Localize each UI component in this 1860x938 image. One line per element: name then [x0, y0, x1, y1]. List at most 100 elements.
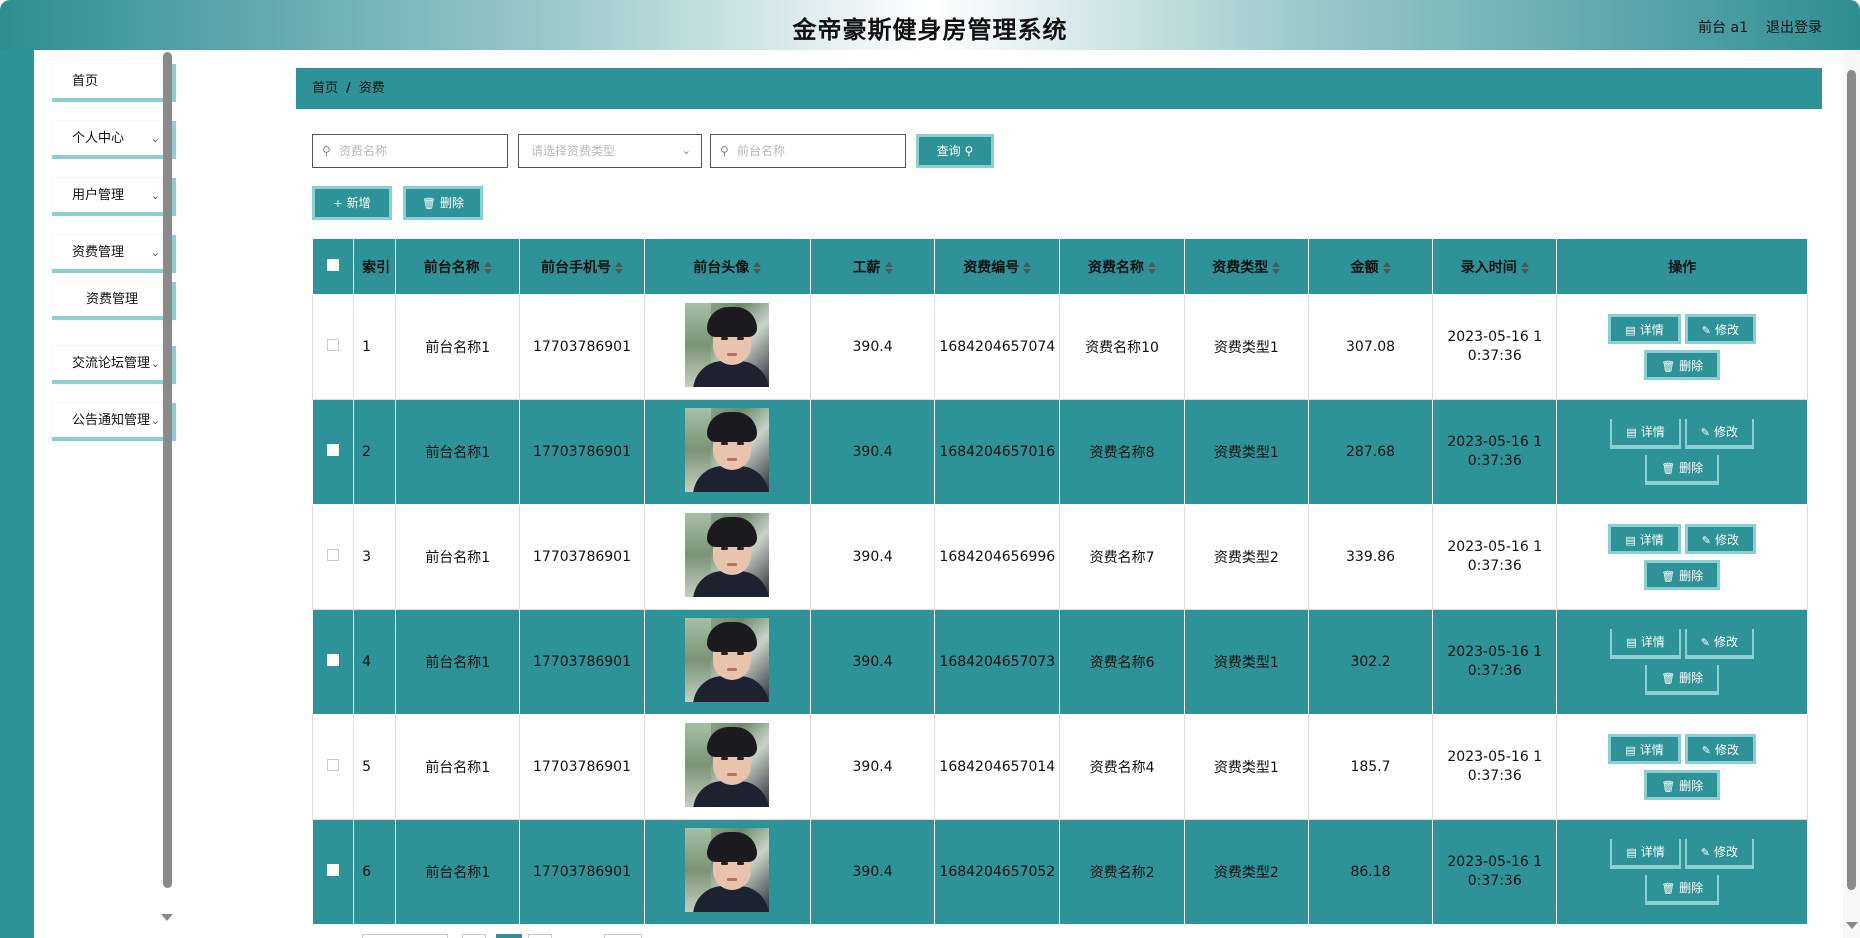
table-row: 1 前台名称1 17703786901 390.4 1684204657074 资费名称1…	[311, 294, 1808, 400]
delete-button[interactable]: 🗑 删除	[1645, 455, 1720, 485]
cell-phone: 17703786901	[519, 399, 645, 505]
document-icon: ▤	[1626, 846, 1637, 859]
row-checkbox[interactable]	[327, 864, 340, 876]
column-header-salary[interactable]: 工薪	[809, 238, 936, 295]
edit-button[interactable]: ✎ 修改	[1684, 629, 1755, 659]
column-header-amount[interactable]: 金额	[1307, 238, 1434, 295]
breadcrumb-separator: /	[346, 81, 351, 96]
cell-name: 前台名称1	[395, 714, 521, 820]
scroll-down-arrow-icon[interactable]	[161, 914, 173, 921]
sort-icon[interactable]	[1023, 261, 1032, 274]
sidebar-item-users[interactable]: 用户管理 ⌄	[52, 178, 176, 216]
select-all-checkbox[interactable]	[327, 258, 340, 271]
pager-jump-input[interactable]	[604, 934, 642, 938]
row-checkbox[interactable]	[327, 759, 340, 771]
sidebar-scrollbar-thumb[interactable]	[163, 52, 172, 888]
detail-button[interactable]: ▤ 详情	[1610, 629, 1681, 659]
cell-time: 2023-05-16 10:37:36	[1432, 294, 1558, 400]
cell-time: 2023-05-16 10:37:36	[1432, 819, 1558, 925]
sidebar-subitem-fee-management[interactable]: 资费管理	[52, 282, 176, 320]
plus-icon: +	[333, 197, 343, 210]
pager-size-select[interactable]	[362, 934, 448, 938]
cell-fee-type: 资费类型1	[1183, 609, 1309, 715]
cell-salary: 390.4	[809, 714, 936, 820]
edit-button-label: 修改	[1714, 635, 1739, 649]
sort-icon[interactable]	[753, 261, 762, 274]
table-header-row: 索引 前台名称 前台手机号 前台头像 工薪 资费编号 资费名称 资费类型 金额 …	[311, 238, 1808, 295]
detail-button[interactable]: ▤ 详情	[1608, 734, 1681, 764]
page-scrollbar-thumb[interactable]	[1847, 70, 1856, 890]
cell-phone: 17703786901	[519, 504, 645, 610]
delete-button-label: 删除	[1679, 569, 1704, 583]
column-header-phone[interactable]: 前台手机号	[519, 238, 645, 295]
fee-name-search-input[interactable]: ⚲ 资费名称	[312, 134, 508, 168]
sidebar-scrollbar[interactable]	[160, 50, 174, 938]
sort-icon[interactable]	[615, 261, 623, 274]
detail-button[interactable]: ▤ 详情	[1610, 839, 1681, 869]
fee-type-select[interactable]: 请选择资费类型 ⌄	[518, 134, 702, 168]
cell-fee-name: 资费名称6	[1059, 609, 1185, 715]
sort-icon[interactable]	[483, 261, 492, 274]
column-header-label: 前台手机号	[541, 259, 611, 276]
sidebar-item-home[interactable]: 首页	[52, 64, 176, 102]
sidebar-item-notices[interactable]: 公告通知管理 ⌄	[52, 403, 176, 441]
sidebar-item-fees[interactable]: 资费管理 ⌄	[52, 235, 176, 273]
detail-button[interactable]: ▤ 详情	[1608, 524, 1681, 554]
row-checkbox[interactable]	[327, 339, 340, 351]
sort-icon[interactable]	[1272, 261, 1281, 274]
column-header-name[interactable]: 前台名称	[395, 238, 521, 295]
edit-button[interactable]: ✎ 修改	[1684, 839, 1755, 869]
pager-current-page[interactable]	[496, 934, 522, 938]
row-checkbox[interactable]	[327, 444, 340, 456]
search-icon: ⚲	[322, 144, 331, 158]
cell-index: 5	[353, 714, 397, 820]
page-scrollbar[interactable]	[1843, 50, 1860, 938]
breadcrumb-current: 资费	[358, 81, 385, 96]
edit-button-label: 修改	[1715, 533, 1740, 547]
cell-amount: 307.08	[1307, 294, 1434, 400]
cell-index: 3	[353, 504, 397, 610]
sidebar-item-label: 首页	[72, 74, 99, 89]
logout-link[interactable]: 退出登录	[1766, 17, 1822, 37]
edit-button[interactable]: ✎ 修改	[1684, 524, 1757, 554]
delete-button[interactable]: 🗑 删除	[1645, 875, 1720, 905]
add-button[interactable]: + 新增	[312, 186, 392, 220]
delete-button[interactable]: 🗑 删除	[1644, 560, 1721, 590]
pager-next-button[interactable]	[528, 934, 552, 938]
row-select-cell	[311, 609, 355, 715]
sidebar-item-profile[interactable]: 个人中心 ⌄	[52, 121, 176, 159]
column-header-avatar[interactable]: 前台头像	[643, 238, 811, 295]
delete-button[interactable]: 🗑 删除	[1645, 665, 1720, 695]
delete-button[interactable]: 🗑 删除	[1644, 350, 1721, 380]
frontdesk-name-search-input[interactable]: ⚲ 前台名称	[710, 134, 906, 168]
query-button[interactable]: 查询 ⚲	[916, 134, 994, 168]
pager-prev-button[interactable]	[462, 934, 486, 938]
edit-button[interactable]: ✎ 修改	[1684, 419, 1755, 449]
sort-icon[interactable]	[1382, 261, 1391, 274]
scroll-down-arrow-icon[interactable]	[1846, 922, 1858, 929]
detail-button[interactable]: ▤ 详情	[1610, 419, 1681, 449]
column-header-time[interactable]: 录入时间	[1432, 238, 1558, 295]
pencil-icon: ✎	[1700, 636, 1710, 649]
detail-button[interactable]: ▤ 详情	[1608, 314, 1681, 344]
frontdesk-avatar	[685, 828, 770, 912]
column-header-fee-name[interactable]: 资费名称	[1059, 238, 1185, 295]
row-checkbox[interactable]	[327, 654, 340, 666]
breadcrumb-home[interactable]: 首页	[312, 81, 338, 96]
sort-icon[interactable]	[884, 261, 893, 274]
sidebar-item-label: 公告通知管理	[72, 413, 151, 428]
edit-button[interactable]: ✎ 修改	[1684, 734, 1757, 764]
cell-salary: 390.4	[809, 609, 936, 715]
delete-button[interactable]: 🗑 删除	[1644, 770, 1721, 800]
table-row: 5 前台名称1 17703786901 390.4 1684204657014 资费名称4…	[311, 714, 1808, 820]
edit-button[interactable]: ✎ 修改	[1684, 314, 1757, 344]
sort-icon[interactable]	[1520, 261, 1529, 274]
sidebar-item-forum[interactable]: 交流论坛管理 ⌄	[52, 346, 176, 384]
add-button-label: 新增	[346, 196, 371, 210]
sort-icon[interactable]	[1148, 261, 1157, 274]
batch-delete-button[interactable]: 🗑 删除	[403, 186, 483, 220]
cell-index: 4	[353, 609, 397, 715]
column-header-fee-no[interactable]: 资费编号	[934, 238, 1061, 295]
column-header-fee-type[interactable]: 资费类型	[1183, 238, 1309, 295]
row-checkbox[interactable]	[327, 549, 340, 561]
